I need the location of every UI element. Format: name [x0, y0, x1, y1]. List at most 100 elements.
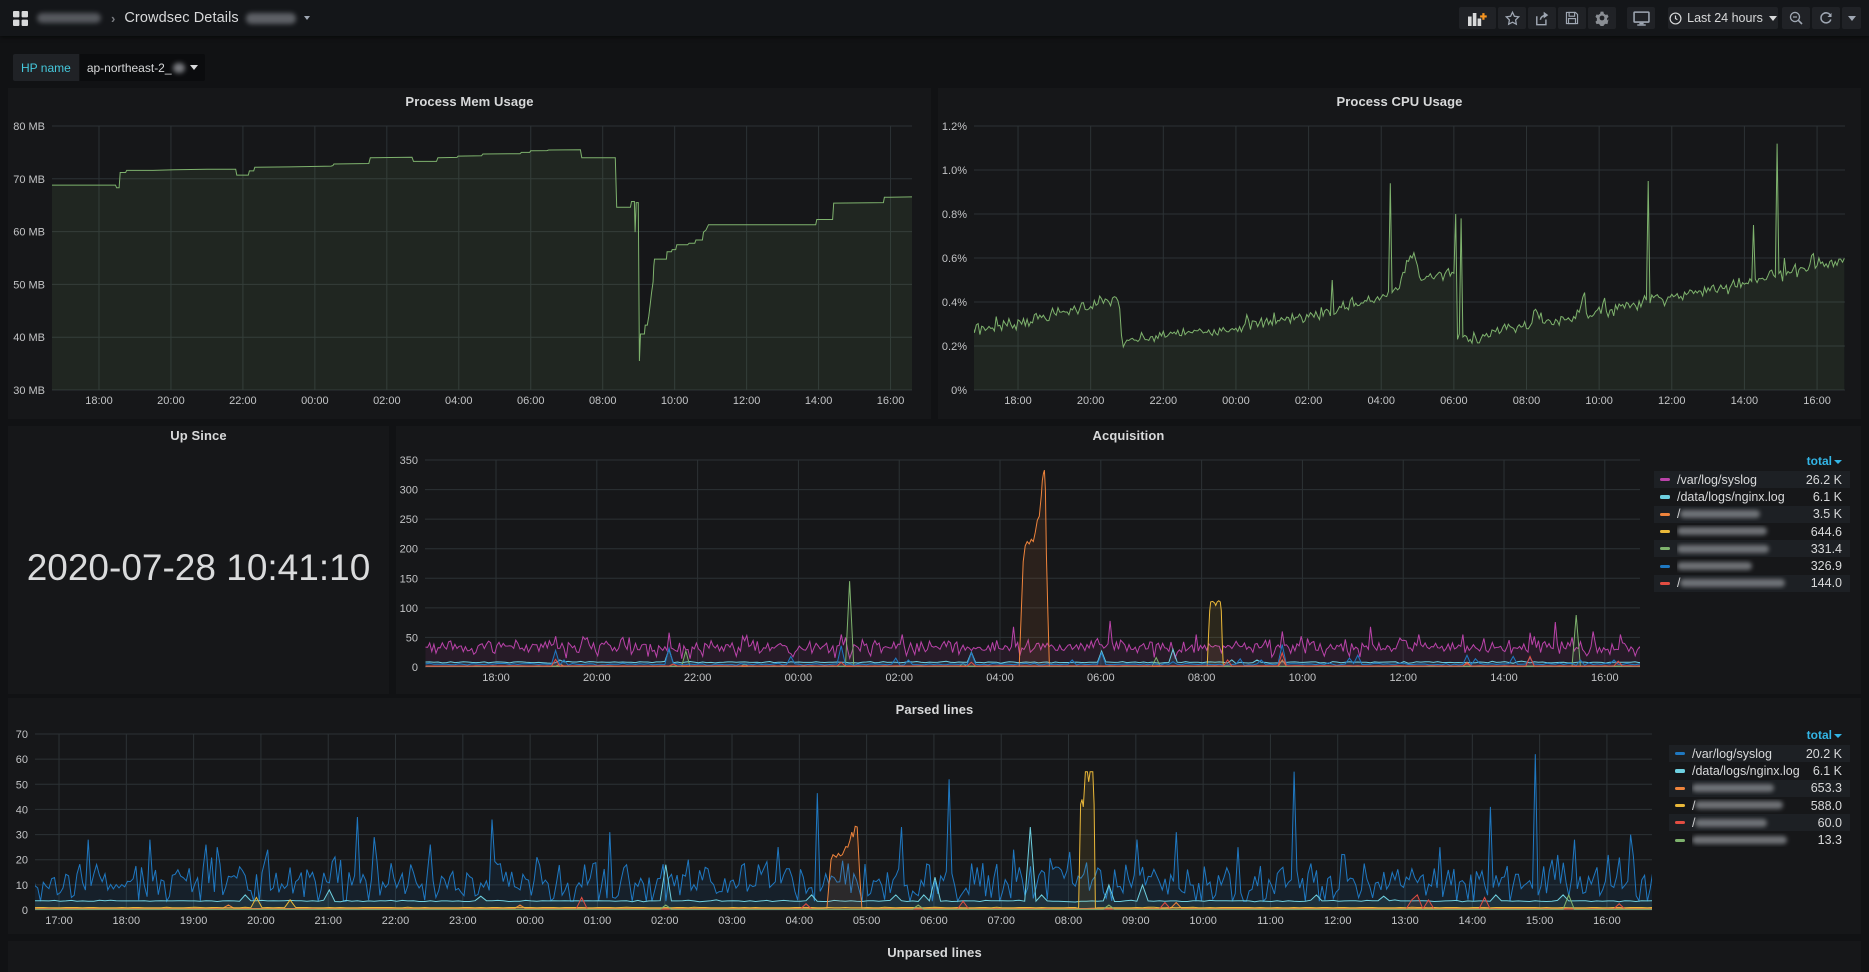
series-color-dash-icon	[1675, 752, 1685, 755]
series-label[interactable]: /	[1692, 799, 1801, 813]
series-total-value: 331.4	[1811, 542, 1842, 556]
svg-text:0.8%: 0.8%	[942, 209, 967, 221]
svg-text:16:00: 16:00	[1591, 672, 1619, 684]
svg-text:70: 70	[16, 729, 28, 741]
parsed-lines-chart[interactable]: 01020304050607017:0018:0019:0020:0021:00…	[8, 698, 1861, 938]
title-caret-down-icon[interactable]	[304, 16, 310, 20]
svg-text:16:00: 16:00	[1593, 915, 1621, 927]
series-label-redacted	[1677, 527, 1767, 535]
series-label-redacted	[1677, 545, 1769, 553]
svg-text:08:00: 08:00	[1188, 672, 1216, 684]
variable-value-dropdown[interactable]: ap-northeast-2_	[80, 54, 205, 81]
svg-text:06:00: 06:00	[1087, 672, 1115, 684]
legend-row[interactable]: /var/log/syslog 20.2 K	[1669, 745, 1850, 762]
legend-row[interactable]: 331.4	[1654, 540, 1850, 557]
series-color-dash-icon	[1675, 804, 1685, 807]
svg-text:04:00: 04:00	[1367, 395, 1395, 407]
series-color-dash-icon	[1660, 513, 1670, 516]
legend-row[interactable]: 326.9	[1654, 557, 1850, 574]
time-range-picker[interactable]: Last 24 hours	[1668, 7, 1778, 29]
save-dashboard-button[interactable]	[1558, 7, 1586, 29]
variable-caret-down-icon	[190, 65, 198, 70]
svg-text:05:00: 05:00	[853, 915, 881, 927]
dashboard-title[interactable]: Crowdsec Details	[124, 10, 238, 26]
navbar: › Crowdsec Details	[0, 0, 1869, 36]
legend-row[interactable]: /60.0	[1669, 814, 1850, 831]
svg-text:100: 100	[400, 603, 418, 615]
series-label-redacted	[1695, 801, 1783, 809]
zoom-out-button[interactable]	[1782, 7, 1810, 29]
svg-text:1.2%: 1.2%	[942, 121, 967, 133]
series-label-redacted	[1692, 784, 1774, 792]
svg-text:20:00: 20:00	[247, 915, 275, 927]
panel-acquisition: Acquisition 05010015020025030035018:0020…	[396, 426, 1861, 694]
dashboard-grid-icon[interactable]	[13, 11, 28, 26]
series-total-value: 20.2 K	[1806, 747, 1842, 761]
panel-process-mem-usage: Process Mem Usage 30 MB40 MB50 MB60 MB70…	[8, 88, 931, 419]
svg-text:0%: 0%	[951, 385, 967, 397]
refresh-interval-caret[interactable]	[1842, 7, 1861, 29]
panel-title[interactable]: Unparsed lines	[8, 945, 1861, 960]
svg-text:19:00: 19:00	[180, 915, 208, 927]
breadcrumb-folder-redacted[interactable]	[37, 13, 101, 23]
series-label[interactable]: /	[1692, 816, 1808, 830]
variable-value-redacted	[173, 63, 185, 73]
legend-row[interactable]: / 588.0	[1669, 797, 1850, 814]
cycle-view-mode-button[interactable]	[1627, 7, 1655, 29]
series-label[interactable]: /data/logs/nginx.log	[1692, 764, 1803, 778]
panel-title[interactable]: Up Since	[8, 428, 389, 443]
legend-row[interactable]: 644.6	[1654, 523, 1850, 540]
series-label[interactable]: /var/log/syslog	[1692, 747, 1796, 761]
series-label[interactable]	[1692, 781, 1801, 795]
series-label-redacted	[1680, 510, 1760, 518]
acquisition-chart[interactable]: 05010015020025030035018:0020:0022:0000:0…	[396, 426, 1861, 694]
star-icon	[1504, 10, 1521, 27]
svg-text:14:00: 14:00	[1731, 395, 1759, 407]
up-since-value: 2020-07-28 10:41:10	[8, 547, 389, 589]
svg-text:06:00: 06:00	[517, 395, 545, 407]
add-panel-button[interactable]	[1459, 7, 1496, 29]
series-label[interactable]: /var/log/syslog	[1677, 473, 1796, 487]
svg-text:03:00: 03:00	[718, 915, 746, 927]
parsed-lines-legend: total/var/log/syslog 20.2 K/data/logs/ngi…	[1669, 728, 1850, 849]
mem-usage-chart[interactable]: 30 MB40 MB50 MB60 MB70 MB80 MB18:0020:00…	[8, 88, 931, 419]
svg-text:350: 350	[400, 455, 418, 467]
share-dashboard-button[interactable]	[1528, 7, 1556, 29]
series-label[interactable]	[1677, 525, 1801, 539]
series-label[interactable]	[1677, 542, 1801, 556]
svg-text:18:00: 18:00	[113, 915, 141, 927]
magnifier-minus-icon	[1788, 10, 1804, 26]
svg-text:1.0%: 1.0%	[942, 165, 967, 177]
legend-row[interactable]: /3.5 K	[1654, 506, 1850, 523]
series-label[interactable]	[1692, 833, 1808, 847]
svg-text:10:00: 10:00	[661, 395, 689, 407]
legend-row[interactable]: /data/logs/nginx.log6.1 K	[1654, 488, 1850, 505]
series-total-value: 588.0	[1811, 799, 1842, 813]
star-dashboard-button[interactable]	[1498, 7, 1526, 29]
series-label[interactable]	[1677, 559, 1801, 573]
svg-text:14:00: 14:00	[1490, 672, 1518, 684]
legend-row[interactable]: 653.3	[1669, 780, 1850, 797]
legend-sort-header[interactable]: total	[1669, 728, 1850, 745]
sort-caret-down-icon	[1834, 734, 1842, 738]
svg-text:22:00: 22:00	[1150, 395, 1178, 407]
series-label[interactable]: /	[1677, 576, 1801, 590]
cpu-usage-chart[interactable]: 0%0.2%0.4%0.6%0.8%1.0%1.2%18:0020:0022:0…	[938, 88, 1861, 419]
legend-row[interactable]: /var/log/syslog26.2 K	[1654, 471, 1850, 488]
svg-text:10: 10	[16, 880, 28, 892]
tv-icon	[1633, 11, 1650, 26]
series-label[interactable]: /data/logs/nginx.log	[1677, 490, 1803, 504]
legend-row[interactable]: 13.3	[1669, 831, 1850, 848]
panel-parsed-lines: Parsed lines 01020304050607017:0018:0019…	[8, 698, 1861, 934]
refresh-button[interactable]	[1812, 7, 1840, 29]
svg-text:300: 300	[400, 485, 418, 497]
series-label[interactable]: /	[1677, 507, 1803, 521]
legend-sort-header[interactable]: total	[1654, 454, 1850, 471]
series-total-value: 144.0	[1811, 576, 1842, 590]
refresh-icon	[1819, 11, 1833, 25]
dashboard-settings-button[interactable]	[1588, 7, 1616, 29]
svg-text:22:00: 22:00	[382, 915, 410, 927]
legend-row[interactable]: / 144.0	[1654, 575, 1850, 592]
svg-text:13:00: 13:00	[1391, 915, 1419, 927]
legend-row[interactable]: /data/logs/nginx.log6.1 K	[1669, 762, 1850, 779]
